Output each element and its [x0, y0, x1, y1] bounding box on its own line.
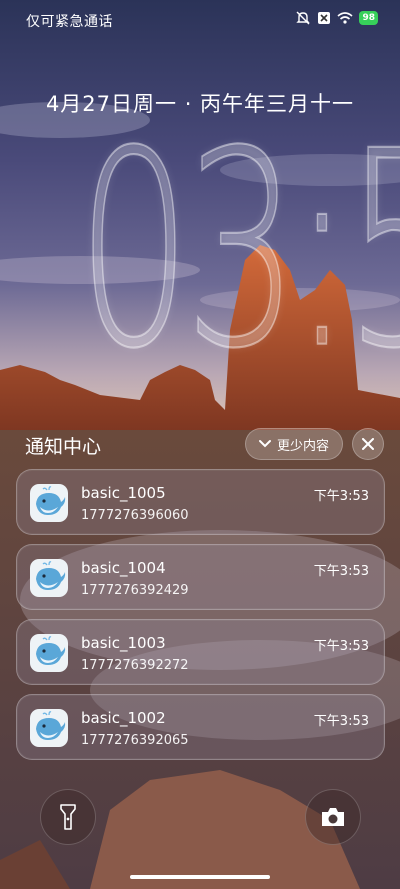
chevron-down-icon [258, 440, 271, 448]
wifi-icon [337, 12, 353, 24]
notification-card[interactable]: basic_1004 1777276392429 下午3:53 [16, 544, 385, 610]
no-sim-icon [318, 12, 331, 24]
status-icons: 98 [295, 10, 378, 26]
notification-title: basic_1003 [81, 634, 166, 652]
notification-body: 1777276392429 [81, 583, 189, 598]
camera-icon [322, 808, 344, 826]
status-bar: 仅可紧急通话 98 [0, 0, 400, 40]
flashlight-icon [60, 804, 76, 830]
notification-list: basic_1005 1777276396060 下午3:53 basic_10… [16, 469, 385, 769]
show-less-label: 更少内容 [276, 438, 329, 454]
notification-body: 1777276396060 [81, 508, 189, 523]
notification-title: basic_1004 [81, 559, 166, 577]
clock-time: 03:53 [76, 93, 400, 408]
camera-button[interactable] [305, 789, 361, 845]
notification-center-title: 通知中心 [25, 436, 102, 458]
lockscreen-date: 4月27日周一 · 丙午年三月十一 [45, 92, 355, 116]
whale-app-icon [30, 709, 68, 747]
show-less-button[interactable]: 更少内容 [245, 428, 343, 460]
mute-icon [296, 11, 311, 25]
notification-time: 下午3:53 [313, 714, 369, 729]
notification-body: 1777276392272 [81, 658, 189, 673]
clear-notifications-button[interactable] [352, 428, 384, 460]
notification-card[interactable]: basic_1003 1777276392272 下午3:53 [16, 619, 385, 685]
notification-title: basic_1002 [81, 709, 166, 727]
notification-time: 下午3:53 [313, 639, 369, 654]
close-icon [362, 438, 374, 450]
notification-time: 下午3:53 [313, 489, 369, 504]
notification-body: 1777276392065 [81, 733, 189, 748]
whale-app-icon [30, 559, 68, 597]
flashlight-button[interactable] [40, 789, 96, 845]
notification-title: basic_1005 [81, 484, 166, 502]
notification-card[interactable]: basic_1005 1777276396060 下午3:53 [16, 469, 385, 535]
lockscreen-clock: 03:53 [28, 103, 400, 405]
battery-icon: 98 [359, 11, 378, 25]
carrier-label: 仅可紧急通话 [26, 14, 113, 30]
whale-app-icon [30, 484, 68, 522]
notification-card[interactable]: basic_1002 1777276392065 下午3:53 [16, 694, 385, 760]
home-indicator[interactable] [130, 875, 270, 879]
notification-time: 下午3:53 [313, 564, 369, 579]
whale-app-icon [30, 634, 68, 672]
